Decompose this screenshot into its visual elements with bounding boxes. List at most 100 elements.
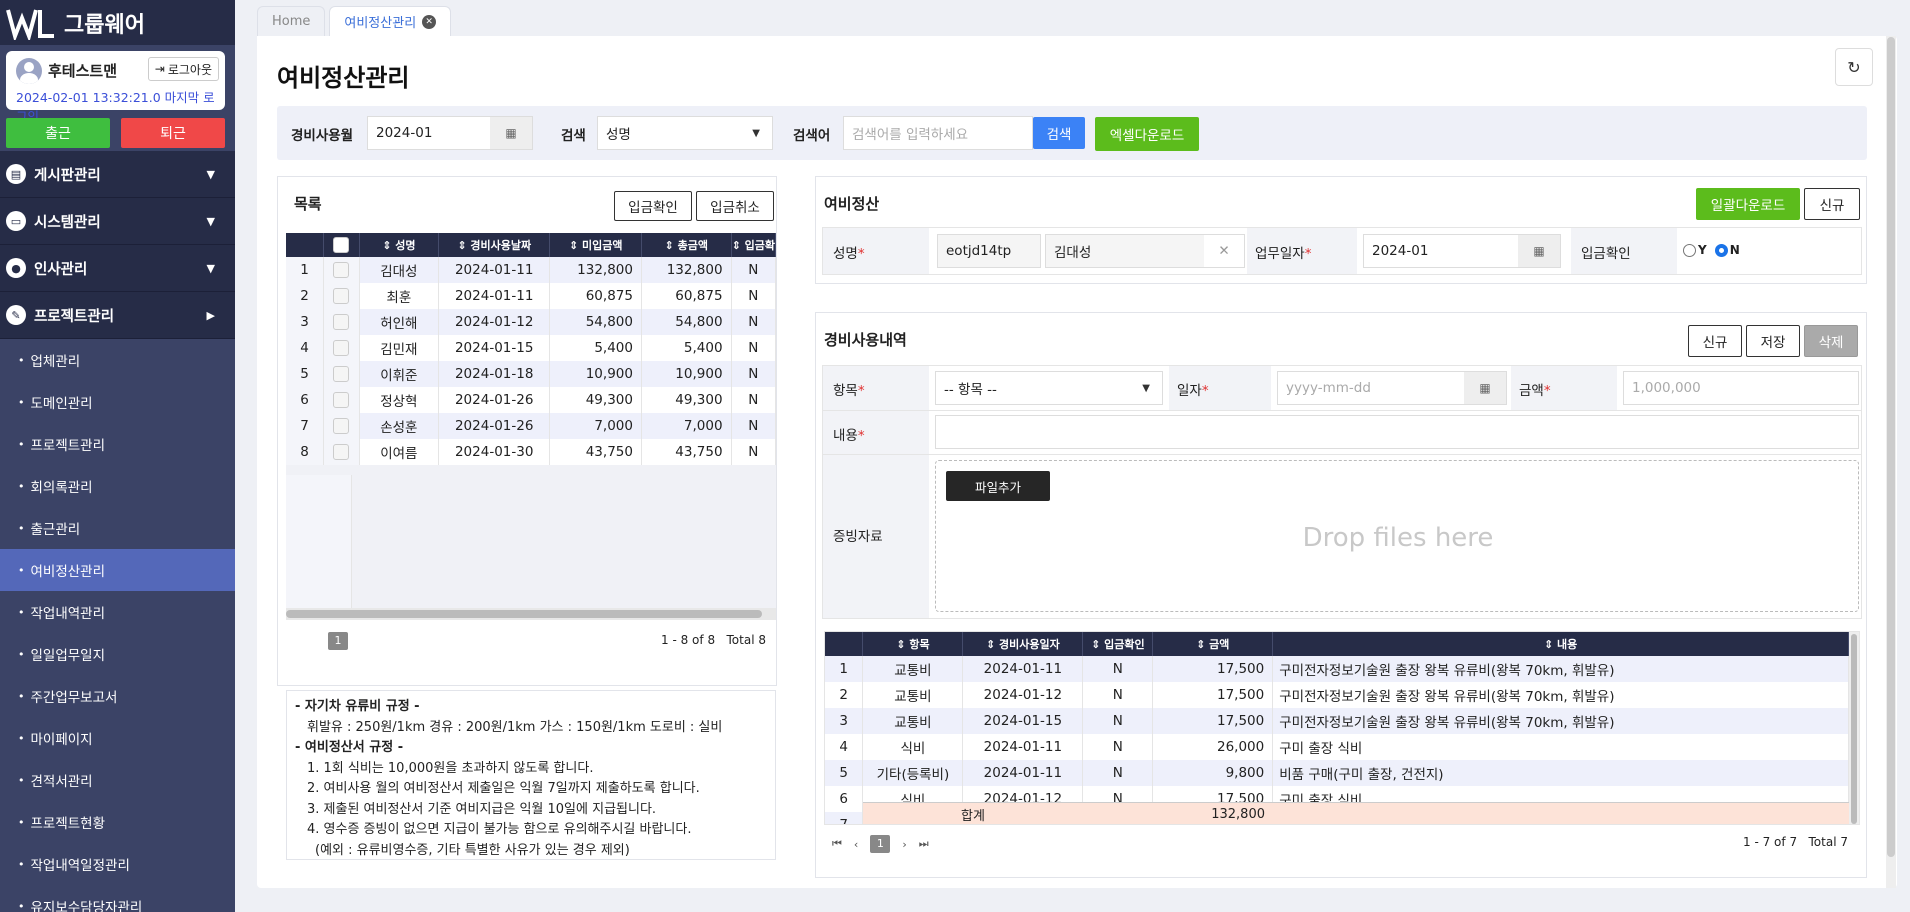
table-row[interactable]: 7 손성훈 2024-01-26 7,000 7,000 N <box>286 413 776 439</box>
row-checkbox-cell[interactable] <box>323 283 360 309</box>
col-item[interactable]: ⇕ 항목 <box>862 632 964 656</box>
keyword-input[interactable]: 검색어를 입력하세요 <box>843 116 1033 150</box>
expense-page-number[interactable]: 1 <box>870 835 891 853</box>
scrollbar-thumb[interactable] <box>286 610 762 618</box>
search-type-select[interactable]: 성명 ▼ <box>597 116 773 150</box>
sidebar-item-work-history[interactable]: 작업내역관리 <box>0 591 235 633</box>
table-row[interactable]: 8 이여름 2024-01-30 43,750 43,750 N <box>286 439 776 465</box>
col-unpaid[interactable]: ⇕ 미입금액 <box>549 233 642 257</box>
bulk-download-button[interactable]: 일괄다운로드 <box>1696 188 1800 220</box>
row-checkbox-cell[interactable] <box>323 387 360 413</box>
refresh-button[interactable]: ↻ <box>1835 48 1873 86</box>
item-select[interactable]: -- 항목 -- ▼ <box>935 371 1163 405</box>
scrollbar-thumb[interactable] <box>1887 37 1895 857</box>
amount-input[interactable]: 1,000,000 <box>1623 371 1859 405</box>
add-file-button[interactable]: 파일추가 <box>946 471 1050 501</box>
next-page-icon[interactable]: › <box>902 838 906 851</box>
prev-page-icon[interactable]: ‹ <box>854 838 858 851</box>
payment-cancel-button[interactable]: 입금취소 <box>696 191 774 221</box>
row-checkbox[interactable] <box>333 392 350 408</box>
month-input[interactable]: 2024-01 ▦ <box>367 116 533 150</box>
calendar-icon[interactable]: ▦ <box>1464 372 1506 404</box>
menu-system[interactable]: ▭ 시스템관리 ▼ <box>0 198 235 245</box>
col-paid[interactable]: ⇕ 입금확 <box>731 233 776 257</box>
table-row[interactable]: 4 식비 2024-01-11 N 26,000 구미 출장 식비 <box>825 734 1849 760</box>
calendar-icon[interactable]: ▦ <box>490 117 532 149</box>
row-checkbox[interactable] <box>333 418 350 434</box>
col-paid[interactable]: ⇕ 입금확인 <box>1082 632 1154 656</box>
row-checkbox-cell[interactable] <box>323 413 360 439</box>
sidebar-item-weekly-report[interactable]: 주간업무보고서 <box>0 675 235 717</box>
menu-hr[interactable]: ● 인사관리 ▼ <box>0 245 235 292</box>
row-checkbox[interactable] <box>333 366 350 382</box>
table-row[interactable]: 4 김민재 2024-01-15 5,400 5,400 N <box>286 335 776 361</box>
close-icon[interactable]: ✕ <box>422 14 437 29</box>
sidebar-item-daily-log[interactable]: 일일업무일지 <box>0 633 235 675</box>
user-name-field[interactable]: 김대성 ✕ <box>1045 234 1245 268</box>
table-row[interactable]: 2 최훈 2024-01-11 60,875 60,875 N <box>286 283 776 309</box>
sidebar-item-work-schedule[interactable]: 작업내역일정관리 <box>0 843 235 885</box>
table-row[interactable]: 3 교통비 2024-01-15 N 17,500 구미전자정보기술원 출장 왕… <box>825 708 1849 734</box>
calendar-icon[interactable]: ▦ <box>1518 235 1560 267</box>
payment-confirm-button[interactable]: 입금확인 <box>614 191 692 221</box>
excel-download-button[interactable]: 엑셀다운로드 <box>1095 117 1199 151</box>
sidebar-item-minutes[interactable]: 회의록관리 <box>0 465 235 507</box>
table-row[interactable]: 1 김대성 2024-01-11 132,800 132,800 N <box>286 257 776 283</box>
select-all-checkbox[interactable] <box>333 237 350 253</box>
expense-save-button[interactable]: 저장 <box>1746 325 1800 357</box>
work-date-input[interactable]: 2024-01 ▦ <box>1363 234 1561 268</box>
sidebar-item-company[interactable]: 업체관리 <box>0 339 235 381</box>
col-expense-date[interactable]: ⇕ 경비사용일자 <box>962 632 1084 656</box>
table-row[interactable]: 5 기타(등록비) 2024-01-11 N 9,800 비품 구매(구미 출장… <box>825 760 1849 786</box>
col-name[interactable]: ⇕ 성명 <box>359 233 439 257</box>
last-page-icon[interactable]: ⏭ <box>919 837 929 851</box>
table-row[interactable]: 3 허인해 2024-01-12 54,800 54,800 N <box>286 309 776 335</box>
sidebar-item-maintenance[interactable]: 유지보수담당자관리 <box>0 885 235 912</box>
row-checkbox[interactable] <box>333 314 350 330</box>
row-checkbox-cell[interactable] <box>323 335 360 361</box>
sidebar-item-estimate[interactable]: 견적서관리 <box>0 759 235 801</box>
tab-travel-expense[interactable]: 여비정산관리 ✕ <box>329 6 452 36</box>
first-page-icon[interactable]: ⏮ <box>832 837 842 851</box>
col-check[interactable] <box>323 233 360 257</box>
sidebar-item-attendance[interactable]: 출근관리 <box>0 507 235 549</box>
list-page-number[interactable]: 1 <box>328 632 348 650</box>
horizontal-scrollbar[interactable] <box>286 608 776 620</box>
tab-home[interactable]: Home <box>257 6 326 36</box>
menu-project[interactable]: ✎ 프로젝트관리 ▶ <box>0 292 235 339</box>
col-amount[interactable]: ⇕ 금액 <box>1152 632 1274 656</box>
col-date[interactable]: ⇕ 경비사용날짜 <box>438 233 551 257</box>
menu-board[interactable]: ▤ 게시판관리 ▼ <box>0 151 235 198</box>
table-row[interactable]: 6 정상혁 2024-01-26 49,300 49,300 N <box>286 387 776 413</box>
scrollbar-thumb[interactable] <box>1851 634 1857 824</box>
row-checkbox-cell[interactable] <box>323 257 360 283</box>
settlement-new-button[interactable]: 신규 <box>1804 188 1860 220</box>
sidebar-item-domain[interactable]: 도메인관리 <box>0 381 235 423</box>
expense-new-button[interactable]: 신규 <box>1688 325 1742 357</box>
col-content[interactable]: ⇕ 내용 <box>1272 632 1849 656</box>
clear-icon[interactable]: ✕ <box>1204 235 1244 267</box>
radio-y[interactable] <box>1683 243 1696 257</box>
row-checkbox[interactable] <box>333 262 350 278</box>
row-checkbox-cell[interactable] <box>323 309 360 335</box>
vertical-scrollbar[interactable] <box>1849 632 1859 824</box>
radio-n[interactable] <box>1714 243 1728 257</box>
clock-in-button[interactable]: 출근 <box>6 118 110 148</box>
date-input[interactable]: yyyy-mm-dd ▦ <box>1277 371 1507 405</box>
col-total[interactable]: ⇕ 총금액 <box>641 233 732 257</box>
row-checkbox-cell[interactable] <box>323 361 360 387</box>
sidebar-item-project-status[interactable]: 프로젝트현황 <box>0 801 235 843</box>
sidebar-item-mypage[interactable]: 마이페이지 <box>0 717 235 759</box>
table-row[interactable]: 1 교통비 2024-01-11 N 17,500 구미전자정보기술원 출장 왕… <box>825 656 1849 682</box>
content-input[interactable] <box>935 415 1859 449</box>
sidebar-item-project[interactable]: 프로젝트관리 <box>0 423 235 465</box>
page-scrollbar[interactable] <box>1886 36 1896 888</box>
expense-delete-button[interactable]: 삭제 <box>1804 325 1858 357</box>
app-logo[interactable]: 그룹웨어 <box>0 0 235 45</box>
row-checkbox[interactable] <box>333 288 350 304</box>
row-checkbox[interactable] <box>333 340 350 356</box>
clock-out-button[interactable]: 퇴근 <box>121 118 225 148</box>
search-button[interactable]: 검색 <box>1033 117 1085 149</box>
file-dropzone[interactable]: 파일추가 Drop files here <box>935 460 1859 612</box>
row-checkbox[interactable] <box>333 444 350 460</box>
